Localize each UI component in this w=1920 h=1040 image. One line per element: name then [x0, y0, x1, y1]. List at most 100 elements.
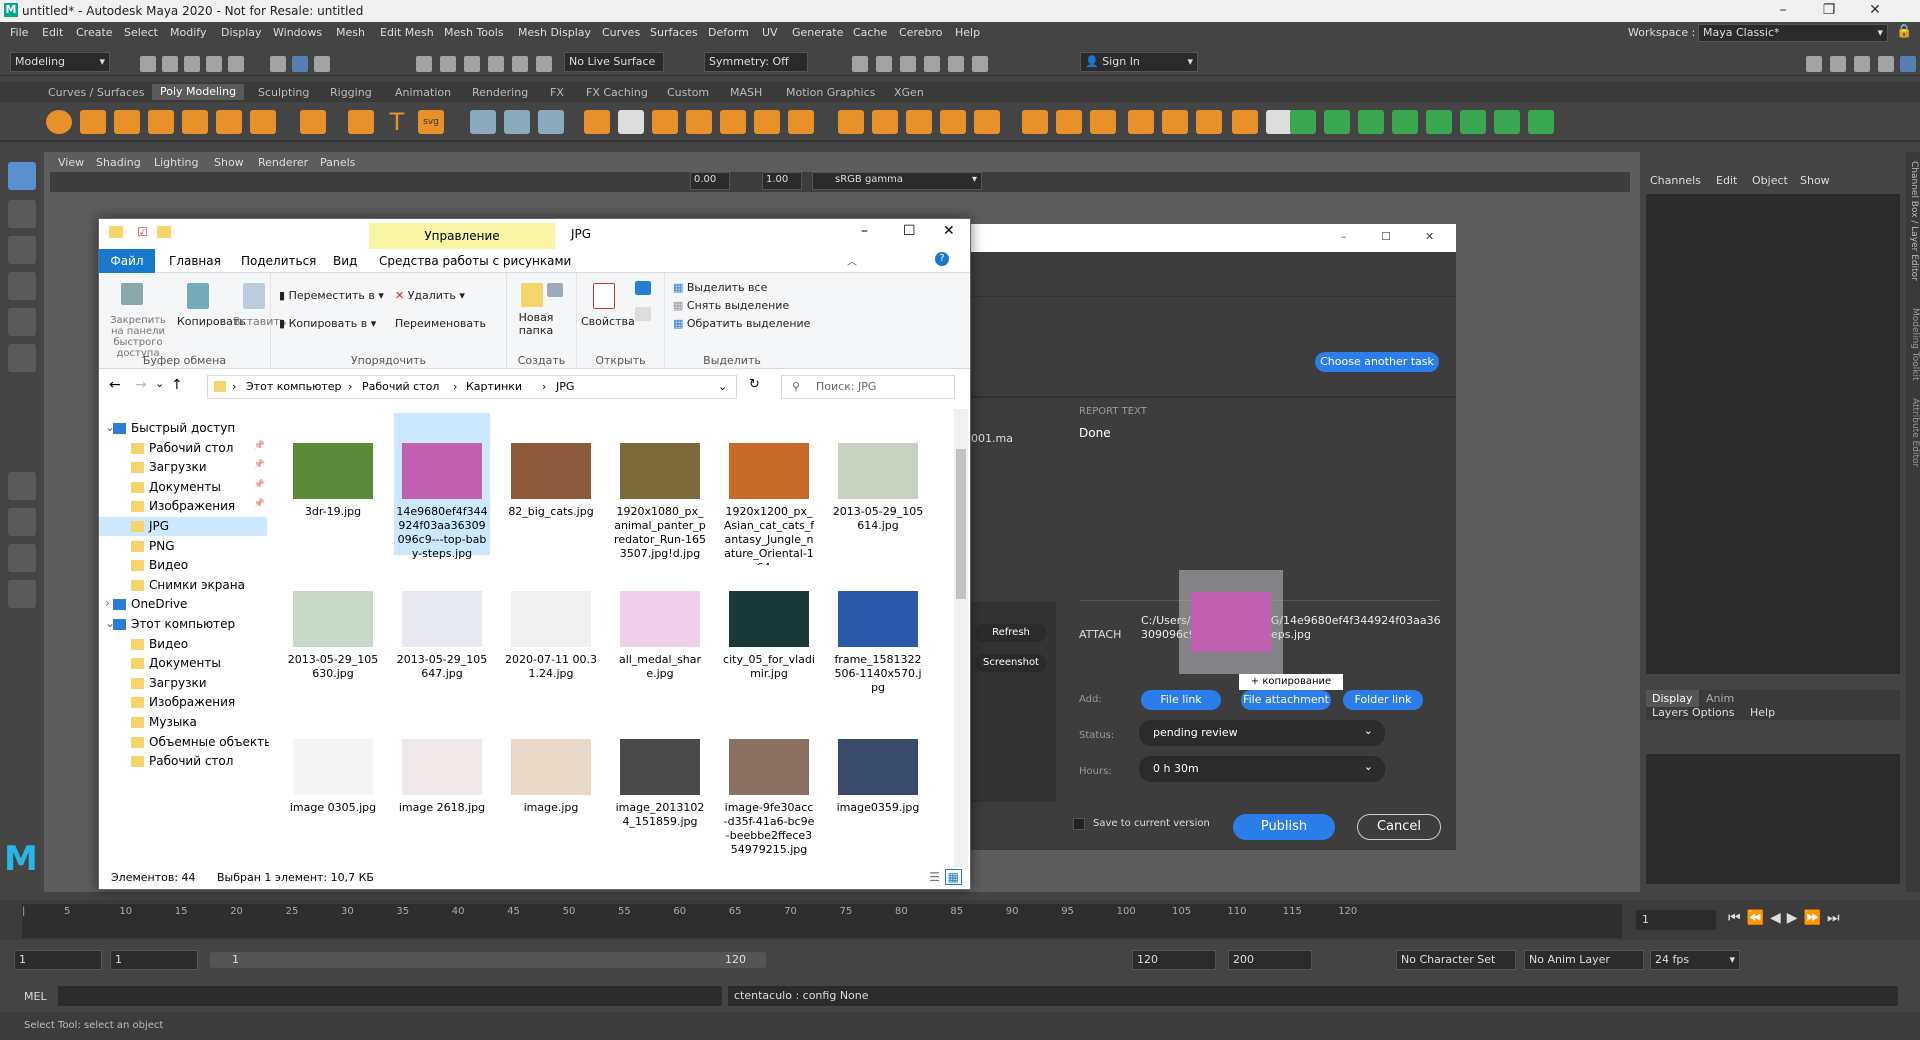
- breadcrumb-jpg[interactable]: JPG: [556, 380, 574, 393]
- report-text-value[interactable]: Done: [1079, 426, 1111, 440]
- tab-picture-tools[interactable]: Средства работы с рисунками: [379, 254, 571, 268]
- tab-sculpting[interactable]: Sculpting: [258, 86, 309, 99]
- nav-item[interactable]: Документы 📌: [99, 478, 267, 497]
- tab-anim[interactable]: Anim: [1706, 692, 1734, 705]
- boolean-intersection-icon[interactable]: [754, 110, 780, 134]
- breadcrumb-this-pc[interactable]: Этот компьютер: [246, 380, 342, 393]
- menu-edit[interactable]: Edit: [42, 26, 63, 39]
- file-list-scrollbar[interactable]: [954, 409, 968, 869]
- nav-item[interactable]: JPG: [99, 517, 267, 536]
- tab-fx-caching[interactable]: FX Caching: [586, 86, 648, 99]
- tab-view[interactable]: Вид: [333, 254, 357, 268]
- render-frame-icon[interactable]: [852, 56, 868, 72]
- menu-create[interactable]: Create: [76, 26, 113, 39]
- forward-icon[interactable]: →: [135, 377, 147, 393]
- rotate-tool-icon[interactable]: [8, 308, 36, 336]
- file-item[interactable]: 2013-05-29_105614.jpg: [830, 413, 926, 555]
- file-link-button[interactable]: File link: [1141, 690, 1221, 710]
- snap-point-icon[interactable]: [464, 56, 480, 72]
- paste-icon[interactable]: [243, 283, 265, 309]
- nav-item[interactable]: Рабочий стол: [99, 752, 267, 771]
- layer-menu-options[interactable]: Options: [1692, 706, 1734, 719]
- history-icon[interactable]: ⌄: [155, 377, 164, 390]
- pause-icon[interactable]: [972, 56, 988, 72]
- menu-windows[interactable]: Windows: [273, 26, 322, 39]
- new-folder-button[interactable]: Новая папка: [513, 311, 559, 337]
- tab-mash[interactable]: MASH: [730, 86, 762, 99]
- properties-button[interactable]: Свойства: [581, 315, 635, 328]
- snap-grid-icon[interactable]: [416, 56, 432, 72]
- modeling-toolkit-icon[interactable]: [1806, 56, 1822, 72]
- file-item[interactable]: image 2618.jpg: [394, 709, 490, 851]
- publish-button[interactable]: Publish: [1233, 814, 1335, 840]
- layer-menu-help[interactable]: Help: [1750, 706, 1775, 719]
- open-icon[interactable]: [635, 281, 651, 295]
- gamma-field[interactable]: 1.00: [762, 172, 802, 190]
- poly-disc-icon[interactable]: [250, 110, 276, 134]
- scrollbar-thumb[interactable]: [956, 449, 966, 599]
- lock-icon[interactable]: 🔒: [1896, 24, 1912, 39]
- nav-item[interactable]: Документы: [99, 654, 267, 673]
- up-icon[interactable]: ↑: [171, 377, 183, 393]
- poly-cone-icon[interactable]: [148, 110, 174, 134]
- cb-menu-object[interactable]: Object: [1752, 174, 1788, 187]
- maximize-button[interactable]: ❐: [1806, 2, 1852, 20]
- nav-item[interactable]: Видео: [99, 635, 267, 654]
- nav-item[interactable]: Рабочий стол 📌: [99, 439, 267, 458]
- menu-mesh-tools[interactable]: Mesh Tools: [444, 26, 504, 39]
- uv-cut-icon[interactable]: [1426, 110, 1452, 134]
- menu-edit-mesh[interactable]: Edit Mesh: [380, 26, 434, 39]
- poly-sphere-icon[interactable]: [46, 110, 72, 134]
- tab-poly-modeling[interactable]: Poly Modeling: [152, 84, 245, 100]
- poly-cylinder-icon[interactable]: [114, 110, 140, 134]
- poly-torus-icon[interactable]: [182, 110, 208, 134]
- combine-icon[interactable]: [584, 110, 610, 134]
- open-scene-icon[interactable]: [162, 56, 178, 72]
- file-attachment-button[interactable]: File attachment: [1241, 690, 1331, 710]
- command-input[interactable]: [58, 986, 722, 1006]
- select-none-button[interactable]: ▦ Снять выделение: [673, 299, 789, 312]
- tab-file[interactable]: Файл: [99, 249, 155, 273]
- tab-share[interactable]: Поделиться: [241, 254, 316, 268]
- tool-settings-icon[interactable]: [1854, 56, 1870, 72]
- file-item[interactable]: 2013-05-29_105647.jpg: [394, 561, 490, 703]
- playback-start-field[interactable]: 1: [110, 950, 198, 970]
- uv-editor-icon[interactable]: [1266, 110, 1292, 134]
- anim-end-field[interactable]: 200: [1228, 950, 1312, 970]
- menu-uv[interactable]: UV: [762, 26, 778, 39]
- new-folder-icon[interactable]: [521, 283, 543, 307]
- tab-animation[interactable]: Animation: [395, 86, 451, 99]
- select-all-button[interactable]: ▦ Выделить все: [673, 281, 767, 294]
- tab-curves-surfaces[interactable]: Curves / Surfaces: [48, 86, 145, 99]
- file-item[interactable]: 1920x1200_px_Asian_cat_cats_fantasy_Jung…: [721, 413, 817, 565]
- channel-box-area[interactable]: [1646, 194, 1900, 674]
- anim-start-field[interactable]: 1: [14, 950, 102, 970]
- sculpt-icon[interactable]: [470, 110, 496, 134]
- cb-menu-channels[interactable]: Channels: [1650, 174, 1701, 187]
- select-hierarchy-icon[interactable]: [270, 56, 286, 72]
- uv-auto-icon[interactable]: [1392, 110, 1418, 134]
- explorer-close-button[interactable]: ✕: [943, 223, 955, 239]
- menu-cerebro[interactable]: Cerebro: [899, 26, 943, 39]
- menu-set-select[interactable]: Modeling ▾: [10, 52, 110, 72]
- choose-task-button[interactable]: Choose another task: [1315, 352, 1439, 372]
- outliner-layout-icon[interactable]: [8, 580, 36, 608]
- single-perspective-layout-icon[interactable]: [8, 472, 36, 500]
- properties-quick-icon[interactable]: ☑: [137, 225, 148, 239]
- dialog-minimize-button[interactable]: –: [1341, 230, 1347, 243]
- snap-surface-icon[interactable]: [512, 56, 528, 72]
- bevel-icon[interactable]: [872, 110, 898, 134]
- expand-chevron-icon[interactable]: ›: [105, 596, 110, 610]
- breadcrumb-pictures[interactable]: Картинки: [466, 380, 522, 393]
- four-view-layout-icon[interactable]: [8, 508, 36, 536]
- render-settings-icon[interactable]: [924, 56, 940, 72]
- undo-icon[interactable]: [206, 56, 222, 72]
- smooth-icon[interactable]: [538, 110, 564, 134]
- save-scene-icon[interactable]: [184, 56, 200, 72]
- extrude-icon[interactable]: [788, 110, 814, 134]
- extract-icon[interactable]: [652, 110, 678, 134]
- nav-item[interactable]: › OneDrive: [99, 595, 267, 614]
- menu-mesh[interactable]: Mesh: [336, 26, 365, 39]
- rename-button[interactable]: Переименовать: [395, 317, 486, 330]
- folder-link-button[interactable]: Folder link: [1343, 690, 1423, 710]
